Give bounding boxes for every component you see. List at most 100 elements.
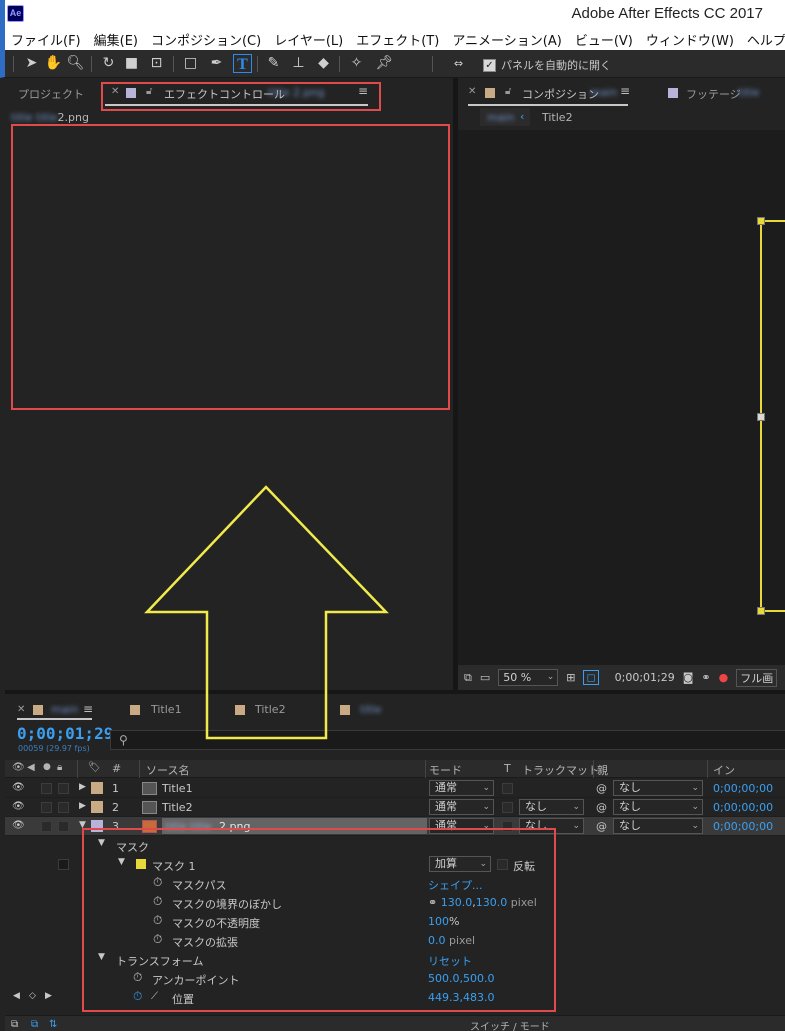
close-icon[interactable]: ✕	[111, 86, 119, 97]
pen-tool-icon[interactable]: ✒	[207, 54, 226, 73]
lock-switch[interactable]	[58, 783, 69, 794]
resolution-select[interactable]: フル画	[736, 668, 778, 687]
tab-effect-controls[interactable]: エフェクトコントロール	[164, 86, 285, 102]
tab-composition[interactable]: コンポジション	[522, 86, 599, 102]
rectangle-tool-icon[interactable]: □	[181, 54, 200, 73]
panel-menu-icon[interactable]: ≡	[358, 84, 368, 98]
menu-layer[interactable]: レイヤー(L)	[274, 30, 343, 49]
preserve-transparency-switch[interactable]	[502, 783, 513, 794]
layer-name[interactable]: Title2	[162, 801, 193, 814]
tab-title1[interactable]: Title1	[151, 703, 182, 716]
stopwatch-icon[interactable]: ⏱︎	[153, 894, 162, 909]
triangle-down-icon[interactable]: ▼	[98, 838, 105, 848]
menu-help[interactable]: ヘルプ(H)	[747, 30, 785, 49]
header-parent[interactable]: 親	[597, 762, 608, 778]
roto-brush-tool-icon[interactable]: ✧	[347, 54, 366, 73]
viewer-timecode[interactable]: 0;00;01;29	[615, 671, 675, 684]
prev-keyframe-icon[interactable]: ◀	[13, 991, 20, 1001]
next-keyframe-icon[interactable]: ▶	[45, 991, 52, 1001]
mask1-row[interactable]: ▼ マスク 1 加算 ⌄ 反転	[5, 855, 785, 874]
layer-label-color[interactable]	[91, 820, 103, 832]
eye-icon[interactable]: 👁︎	[12, 801, 25, 812]
triangle-down-icon[interactable]: ▼	[98, 952, 105, 962]
panel-menu-icon[interactable]: ≡	[620, 84, 630, 98]
camera-snapshot-icon[interactable]: ◙	[683, 671, 694, 684]
layer-name[interactable]: Title1	[162, 782, 193, 795]
parent-select[interactable]: なし ⌄	[613, 780, 703, 796]
show-snapshot-icon[interactable]: ⚭	[701, 671, 710, 684]
pickwhip-icon[interactable]: @	[596, 782, 607, 795]
tab-footage[interactable]: フッテージ	[686, 86, 741, 102]
tab-project[interactable]: プロジェクト	[18, 86, 84, 102]
mask-color-swatch[interactable]	[136, 859, 146, 869]
breadcrumb-item[interactable]: Title2	[542, 111, 573, 124]
header-in[interactable]: イン	[713, 762, 735, 778]
graph-icon[interactable]: ⟋	[151, 991, 158, 1002]
comp-flowchart-icon[interactable]: ⧉	[11, 1019, 18, 1030]
mask-expansion-row[interactable]: ⏱︎ マスクの拡張 0.0 pixel	[5, 931, 785, 950]
menu-file[interactable]: ファイル(F)	[11, 30, 81, 49]
lock-icon[interactable]: 🔓︎	[505, 86, 511, 97]
mask1-label[interactable]: マスク 1	[152, 858, 196, 874]
tab-main-comp[interactable]: main	[51, 703, 78, 716]
menu-animation[interactable]: アニメーション(A)	[452, 30, 562, 49]
mask-group-row[interactable]: ▼ マスク	[5, 836, 785, 855]
mask-opacity-value[interactable]: 100	[428, 915, 449, 928]
toggle-switches-modes[interactable]: スイッチ / モード	[470, 1018, 550, 1031]
eye-icon[interactable]: 👁︎	[12, 782, 25, 793]
triangle-down-icon[interactable]: ▼	[118, 857, 125, 867]
camera-tool-icon[interactable]: ■	[122, 54, 141, 73]
mask-feather-row[interactable]: ⏱︎ マスクの境界のぼかし ⚭ 130.0,130.0 pixel	[5, 893, 785, 912]
after-effects-icon[interactable]: Ae	[7, 5, 24, 22]
breadcrumb-comp[interactable]: main	[487, 111, 514, 124]
parent-select[interactable]: なし ⌄	[613, 818, 703, 834]
panel-menu-icon[interactable]: ≡	[83, 702, 93, 716]
pan-behind-tool-icon[interactable]: ⊡	[147, 54, 166, 73]
layer-row[interactable]: 👁︎ ▶ 1 Title1 通常 ⌄ @ なし ⌄ 0;00;00;00	[5, 779, 785, 798]
mode-select[interactable]: 通常 ⌄	[429, 780, 494, 796]
expand-modes-icon[interactable]: ⇅	[49, 1019, 57, 1030]
audio-icon[interactable]: ◀	[27, 762, 35, 773]
label-tag-icon[interactable]: 🏷︎	[88, 762, 101, 773]
magnify-icon[interactable]: ⧉	[464, 671, 472, 685]
layer-row[interactable]: 👁︎ ▼ 3 title title 2.png 通常 ⌄ なし ⌄ @ なし ⌄ 0…	[5, 817, 785, 836]
header-source-name[interactable]: ソース名	[146, 762, 189, 778]
parent-select[interactable]: なし ⌄	[613, 799, 703, 815]
solo-switch[interactable]	[41, 802, 52, 813]
anchor-point-row[interactable]: ⏱︎ アンカーポイント 500.0,500.0	[5, 969, 785, 988]
clone-stamp-tool-icon[interactable]: ⊥	[289, 54, 308, 73]
stopwatch-icon[interactable]: ⏱︎	[153, 875, 162, 890]
mode-select[interactable]: 通常 ⌄	[429, 799, 494, 815]
trackmatte-select[interactable]: なし ⌄	[519, 799, 584, 815]
color-channels-icon[interactable]: ●	[719, 671, 729, 684]
position-row[interactable]: ◀ ◇ ▶ ⏱︎ ⟋ 位置 449.3,483.0	[5, 988, 785, 1007]
triangle-down-icon[interactable]: ▼	[79, 820, 86, 830]
auto-open-checkbox[interactable]: ✓	[483, 58, 496, 72]
zoom-tool-icon[interactable]: 🔍︎	[66, 54, 85, 73]
selection-tool-icon[interactable]: ➤	[22, 54, 41, 73]
layer-label-color[interactable]	[91, 801, 103, 813]
bounding-handle[interactable]	[757, 217, 765, 225]
close-icon[interactable]: ✕	[17, 704, 25, 715]
header-number[interactable]: #	[112, 762, 121, 775]
stopwatch-icon[interactable]: ⏱︎	[153, 913, 162, 928]
type-tool-icon[interactable]: T	[233, 54, 252, 73]
solo-switch[interactable]	[41, 783, 52, 794]
stopwatch-icon[interactable]: ⏱︎	[153, 932, 162, 947]
mask-path-value[interactable]: シェイプ...	[428, 877, 483, 893]
zoom-select[interactable]: 50 % ⌄	[498, 669, 559, 686]
monitor-icon[interactable]: ▭	[480, 671, 490, 684]
current-time[interactable]: 0;00;01;29	[17, 724, 113, 743]
puppet-pin-tool-icon[interactable]: 📌︎	[375, 54, 394, 73]
mode-select[interactable]: 通常 ⌄	[429, 818, 494, 834]
mask-mode-select[interactable]: 加算 ⌄	[429, 856, 491, 872]
trackmatte-select[interactable]: なし ⌄	[519, 818, 584, 834]
mask-path-row[interactable]: ⏱︎ マスクパス シェイプ...	[5, 874, 785, 893]
triangle-right-icon[interactable]: ▶	[79, 782, 86, 792]
add-keyframe-icon[interactable]: ◇	[29, 991, 36, 1001]
header-t[interactable]: T	[504, 762, 511, 775]
header-mode[interactable]: モード	[429, 762, 462, 778]
triangle-right-icon[interactable]: ▶	[79, 801, 86, 811]
tab-other-comp[interactable]: title	[360, 703, 382, 716]
lock-icon[interactable]: 🔓︎	[146, 86, 152, 97]
